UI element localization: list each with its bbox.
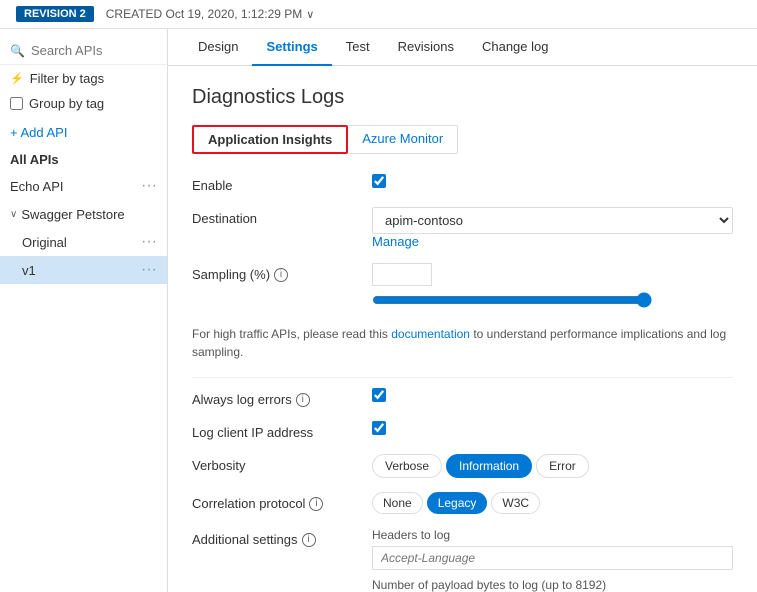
correlation-row: Correlation protocol i None Legacy W3C [192, 492, 733, 514]
sub-tab-app-insights[interactable]: Application Insights [192, 125, 348, 154]
original-dots[interactable]: ··· [141, 233, 157, 251]
sidebar-item-echo-api[interactable]: Echo API ··· [0, 171, 167, 201]
filter-row[interactable]: ⚡ Filter by tags [0, 65, 167, 92]
correlation-none[interactable]: None [372, 492, 423, 514]
always-log-row: Always log errors i [192, 388, 733, 407]
group-row[interactable]: Group by tag [0, 92, 167, 115]
destination-label: Destination [192, 207, 372, 226]
sampling-info-icon[interactable]: i [274, 268, 288, 282]
filter-label: Filter by tags [30, 71, 104, 86]
sampling-input[interactable]: 100 [372, 263, 432, 286]
main-content: Design Settings Test Revisions Change lo… [168, 29, 757, 592]
info-text: For high traffic APIs, please read this … [192, 325, 733, 361]
tab-test[interactable]: Test [332, 29, 384, 66]
page-title: Diagnostics Logs [192, 86, 733, 109]
search-container: 🔍 [0, 37, 167, 65]
log-ip-label: Log client IP address [192, 421, 372, 440]
correlation-label: Correlation protocol i [192, 492, 372, 511]
additional-settings-label: Additional settings i [192, 528, 372, 547]
tab-changelog[interactable]: Change log [468, 29, 563, 66]
group-label: Group by tag [29, 96, 104, 111]
log-ip-row: Log client IP address [192, 421, 733, 440]
correlation-legacy[interactable]: Legacy [427, 492, 488, 514]
all-apis-section: All APIs [0, 146, 167, 171]
additional-info-icon[interactable]: i [302, 533, 316, 547]
filter-icon: ⚡ [10, 72, 24, 85]
revision-created[interactable]: CREATED Oct 19, 2020, 1:12:29 PM ∨ [106, 7, 315, 21]
tab-design[interactable]: Design [184, 29, 252, 66]
verbosity-error[interactable]: Error [536, 454, 589, 478]
always-log-label: Always log errors i [192, 388, 372, 407]
always-log-checkbox[interactable] [372, 388, 386, 402]
v1-dots[interactable]: ··· [141, 261, 157, 279]
destination-row: Destination apim-contoso apim-dev apim-p… [192, 207, 733, 249]
sampling-label: Sampling (%) i [192, 263, 372, 282]
destination-control: apim-contoso apim-dev apim-prod Manage [372, 207, 733, 249]
verbosity-row: Verbosity Verbose Information Error [192, 454, 733, 478]
sidebar-item-v1[interactable]: v1 ··· [0, 256, 167, 284]
documentation-link[interactable]: documentation [391, 327, 470, 341]
correlation-info-icon[interactable]: i [309, 497, 323, 511]
sub-tabs: Application Insights Azure Monitor [192, 125, 733, 154]
payload-label: Number of payload bytes to log (up to 81… [372, 578, 733, 592]
verbosity-control: Verbose Information Error [372, 454, 733, 478]
echo-api-label: Echo API [10, 179, 63, 194]
correlation-w3c[interactable]: W3C [491, 492, 540, 514]
swagger-petstore-label: Swagger Petstore [21, 207, 124, 222]
destination-select[interactable]: apim-contoso apim-dev apim-prod [372, 207, 733, 234]
verbosity-information[interactable]: Information [446, 454, 532, 478]
add-api-label: + Add API [10, 125, 67, 140]
chevron-down-icon: ∨ [306, 8, 314, 21]
log-ip-control [372, 421, 733, 438]
sampling-slider[interactable] [372, 292, 652, 308]
correlation-group: None Legacy W3C [372, 492, 733, 514]
search-input[interactable] [31, 43, 157, 58]
revision-badge: REVISION 2 [16, 6, 94, 22]
sidebar-item-original[interactable]: Original ··· [0, 228, 167, 256]
enable-row: Enable [192, 174, 733, 193]
group-checkbox[interactable] [10, 97, 23, 110]
always-log-info-icon[interactable]: i [296, 393, 310, 407]
verbosity-label: Verbosity [192, 454, 372, 473]
nav-tabs: Design Settings Test Revisions Change lo… [168, 29, 757, 66]
echo-api-dots[interactable]: ··· [141, 177, 157, 195]
chevron-icon: ∨ [10, 209, 17, 220]
sub-tab-azure-monitor[interactable]: Azure Monitor [348, 125, 458, 154]
swagger-petstore-parent[interactable]: ∨ Swagger Petstore [0, 201, 167, 228]
verbosity-verbose[interactable]: Verbose [372, 454, 442, 478]
divider1 [192, 377, 733, 378]
tab-settings[interactable]: Settings [252, 29, 331, 66]
sampling-row: Sampling (%) i 100 [192, 263, 733, 311]
additional-control: Headers to log Number of payload bytes t… [372, 528, 733, 592]
enable-control [372, 174, 733, 191]
correlation-control: None Legacy W3C [372, 492, 733, 514]
enable-checkbox[interactable] [372, 174, 386, 188]
page-body: Diagnostics Logs Application Insights Az… [168, 66, 757, 592]
created-text: CREATED Oct 19, 2020, 1:12:29 PM [106, 7, 303, 21]
headers-label: Headers to log [372, 528, 733, 542]
original-label: Original [22, 235, 67, 250]
add-api-button[interactable]: + Add API [0, 115, 167, 146]
additional-settings-row: Additional settings i Headers to log Num… [192, 528, 733, 592]
manage-link[interactable]: Manage [372, 234, 419, 249]
v1-label: v1 [22, 263, 36, 278]
sampling-control: 100 [372, 263, 733, 311]
headers-input[interactable] [372, 546, 733, 570]
tab-revisions[interactable]: Revisions [384, 29, 468, 66]
log-ip-checkbox[interactable] [372, 421, 386, 435]
verbosity-group: Verbose Information Error [372, 454, 733, 478]
top-bar: REVISION 2 CREATED Oct 19, 2020, 1:12:29… [0, 0, 757, 29]
always-log-control [372, 388, 733, 405]
enable-label: Enable [192, 174, 372, 193]
search-icon: 🔍 [10, 44, 25, 58]
sidebar: 🔍 ⚡ Filter by tags Group by tag + Add AP… [0, 29, 168, 592]
